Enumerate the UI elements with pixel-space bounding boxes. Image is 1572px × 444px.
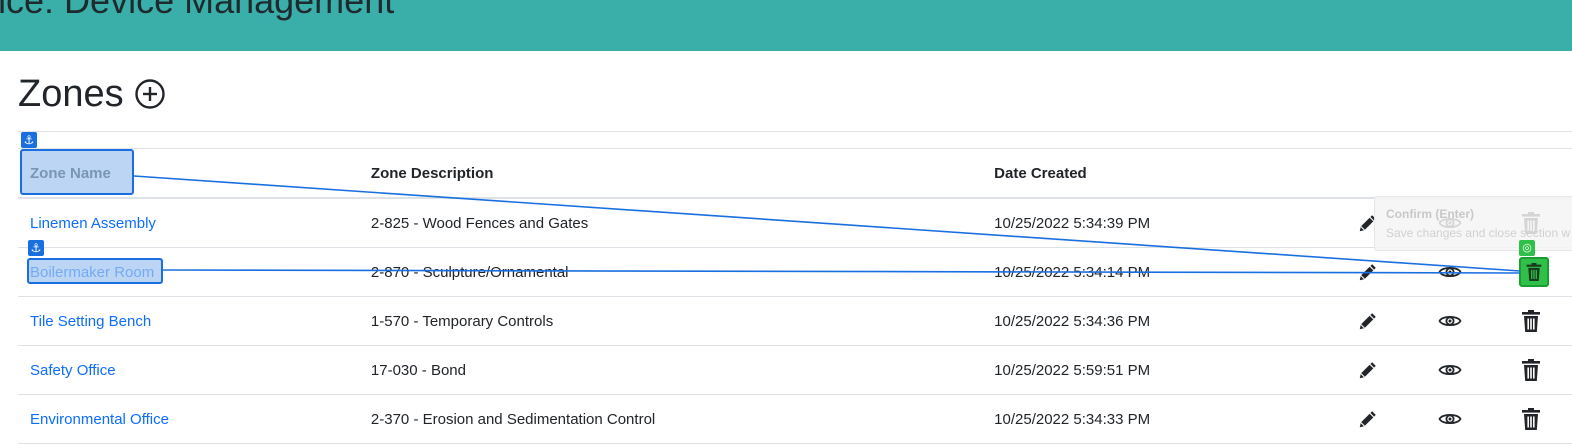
tooltip-title: Confirm (Enter) (1386, 207, 1474, 221)
zone-name-cell: Safety Office (18, 345, 359, 395)
date-created-cell: 10/25/2022 5:34:33 PM (982, 394, 1328, 444)
view-button[interactable] (1437, 357, 1463, 383)
plus-circle-icon (134, 79, 165, 109)
zone-name-link[interactable]: Safety Office (30, 362, 116, 379)
edit-button[interactable] (1355, 357, 1381, 383)
view-cell (1408, 345, 1491, 395)
date-created-cell: 10/25/2022 5:59:51 PM (982, 345, 1328, 395)
pencil-icon (1359, 313, 1376, 330)
view-button[interactable] (1437, 259, 1463, 285)
zone-description-cell: 17-030 - Bond (358, 345, 983, 395)
view-button[interactable] (1437, 406, 1463, 432)
zone-description-cell: 2-825 - Wood Fences and Gates (358, 198, 983, 248)
table-row: Linemen Assembly 2-825 - Wood Fences and… (18, 198, 1572, 248)
zone-name-link[interactable]: Linemen Assembly (30, 215, 156, 232)
table-row: Boilermaker Room 2-870 - Sculpture/Ornam… (18, 247, 1572, 297)
app-title: nce: Device Management (0, 0, 395, 21)
edit-button[interactable] (1355, 259, 1381, 285)
delete-cell (1490, 394, 1572, 444)
zone-name-link[interactable]: Tile Setting Bench (30, 313, 151, 330)
delete-cell (1490, 296, 1572, 346)
date-created-cell: 10/25/2022 5:34:36 PM (982, 296, 1328, 346)
trash-icon (1522, 310, 1541, 332)
target-icon: ◎ (1519, 240, 1535, 256)
column-header-delete (1490, 149, 1572, 199)
pencil-icon (1359, 411, 1376, 428)
view-button[interactable] (1437, 308, 1463, 334)
add-zone-button[interactable] (134, 78, 166, 110)
table-row: Tile Setting Bench 1-570 - Temporary Con… (18, 296, 1572, 346)
zone-description-cell: 2-370 - Erosion and Sedimentation Contro… (358, 394, 983, 444)
tooltip-description: Save changes and close section w (1386, 226, 1571, 240)
zone-name-cell: Environmental Office (18, 394, 359, 444)
top-header-bar: nce: Device Management (0, 0, 1572, 51)
eye-icon (1438, 364, 1462, 376)
anchor-icon: ⚓ (28, 240, 44, 256)
zones-heading-row: Zones (18, 70, 166, 118)
view-cell (1408, 296, 1491, 346)
date-created-cell: 10/25/2022 5:34:39 PM (982, 198, 1328, 248)
edit-cell (1327, 394, 1409, 444)
zone-description-cell: 2-870 - Sculpture/Ornamental (358, 247, 983, 297)
edit-button[interactable] (1355, 406, 1381, 432)
zone-name-cell: Tile Setting Bench (18, 296, 359, 346)
edit-cell (1327, 296, 1409, 346)
column-header-view (1408, 149, 1491, 199)
source-highlight (27, 258, 163, 284)
table-row: Environmental Office 2-370 - Erosion and… (18, 394, 1572, 444)
anchor-icon: ⚓ (21, 132, 37, 148)
view-cell (1408, 394, 1491, 444)
trash-icon (1526, 263, 1542, 281)
edit-cell (1327, 345, 1409, 395)
table-header-row: Zone Name Zone Description Date Created (18, 149, 1572, 199)
source-highlight (20, 149, 134, 195)
delete-cell (1490, 345, 1572, 395)
divider (18, 131, 1572, 132)
zones-table: Zone Name Zone Description Date Created … (18, 149, 1572, 444)
eye-icon (1438, 413, 1462, 425)
eye-icon (1438, 315, 1462, 327)
zone-description-cell: 1-570 - Temporary Controls (358, 296, 983, 346)
column-header-date-created[interactable]: Date Created (982, 149, 1328, 199)
date-created-cell: 10/25/2022 5:34:14 PM (982, 247, 1328, 297)
zone-name-cell: Linemen Assembly (18, 198, 359, 248)
confirm-tooltip: Confirm (Enter) Save changes and close s… (1374, 196, 1572, 251)
edit-button[interactable] (1355, 308, 1381, 334)
trash-icon (1522, 359, 1541, 381)
table-row: Safety Office 17-030 - Bond 10/25/2022 5… (18, 345, 1572, 395)
edit-cell (1327, 247, 1409, 297)
page-title: Zones (18, 73, 124, 115)
delete-button[interactable] (1518, 357, 1544, 383)
delete-button[interactable] (1518, 308, 1544, 334)
column-header-edit (1327, 149, 1409, 199)
drop-target-highlight[interactable] (1519, 257, 1549, 287)
zone-name-link[interactable]: Environmental Office (30, 411, 169, 428)
column-header-zone-description[interactable]: Zone Description (358, 149, 983, 199)
delete-button[interactable] (1518, 406, 1544, 432)
pencil-icon (1359, 264, 1376, 281)
eye-icon (1438, 266, 1462, 278)
view-cell (1408, 247, 1491, 297)
pencil-icon (1359, 362, 1376, 379)
trash-icon (1522, 408, 1541, 430)
